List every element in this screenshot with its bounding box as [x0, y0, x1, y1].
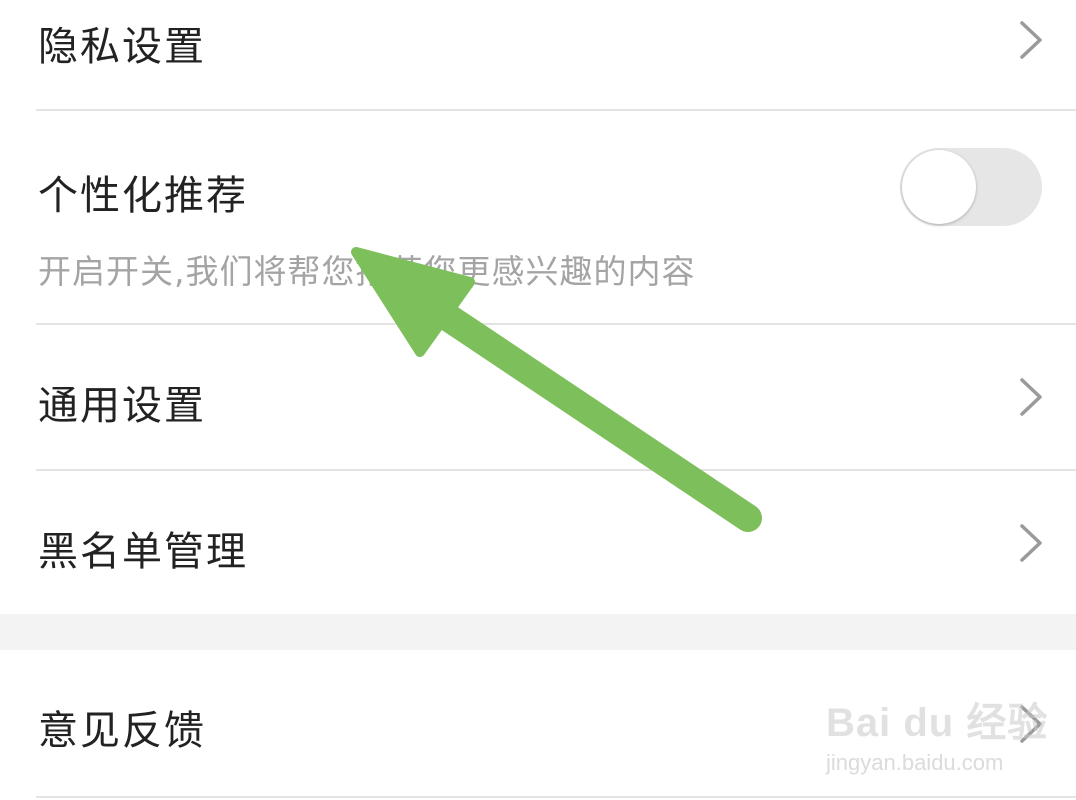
watermark-url: jingyan.baidu.com — [826, 750, 1004, 775]
toggle-knob — [902, 150, 976, 224]
chevron-right-icon — [1020, 378, 1042, 416]
feedback-label: 意见反馈 — [38, 708, 206, 754]
chevron-right-icon — [1020, 21, 1042, 59]
personalized-recommendation-description: 开启开关,我们将帮您推荐您更感兴趣的内容 — [38, 252, 696, 291]
privacy-settings-label: 隐私设置 — [38, 24, 206, 70]
general-settings-label: 通用设置 — [38, 383, 206, 429]
personalized-recommendation-label: 个性化推荐 — [38, 173, 248, 219]
chevron-right-icon — [1020, 524, 1042, 562]
baidu-jingyan-watermark: Bai du 经验 — [826, 701, 1049, 745]
personalized-recommendation-toggle[interactable] — [900, 148, 1042, 226]
settings-page: 隐私设置 个性化推荐 开启开关,我们将帮您推荐您更感兴趣的内容 通用设置 黑名单… — [0, 0, 1076, 800]
section-gap — [0, 614, 1076, 650]
general-settings-row[interactable]: 通用设置 — [0, 325, 1076, 469]
divider — [36, 796, 1076, 798]
blacklist-management-label: 黑名单管理 — [38, 529, 248, 575]
privacy-settings-row[interactable]: 隐私设置 — [0, 0, 1076, 110]
blacklist-management-row[interactable]: 黑名单管理 — [0, 471, 1076, 614]
